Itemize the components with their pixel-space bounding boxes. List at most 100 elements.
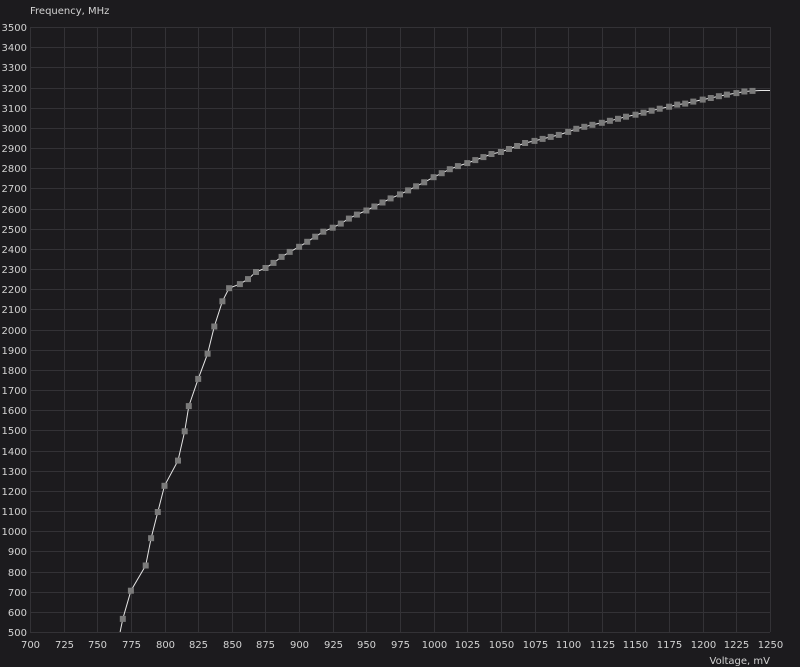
- data-point-marker[interactable]: [161, 482, 168, 489]
- y-tick-label: 1300: [2, 467, 27, 478]
- x-tick-label: 875: [256, 640, 275, 651]
- data-point-marker[interactable]: [446, 166, 453, 173]
- data-point-marker[interactable]: [497, 149, 504, 155]
- data-point-marker[interactable]: [438, 170, 445, 177]
- x-tick-label: 850: [223, 640, 242, 651]
- data-point-marker[interactable]: [632, 111, 639, 118]
- data-point-marker[interactable]: [464, 160, 471, 167]
- x-tick-label: 725: [55, 640, 74, 651]
- y-tick-label: 1800: [2, 366, 27, 377]
- data-point-marker[interactable]: [522, 140, 529, 146]
- data-point-marker[interactable]: [699, 96, 706, 103]
- y-tick-label: 2000: [2, 326, 27, 337]
- data-point-marker[interactable]: [296, 243, 303, 250]
- data-point-marker[interactable]: [581, 123, 588, 130]
- data-point-marker[interactable]: [674, 101, 681, 108]
- data-point-marker[interactable]: [236, 281, 243, 288]
- data-point-marker[interactable]: [119, 615, 126, 622]
- y-tick-label: 1900: [2, 346, 27, 357]
- y-tick-label: 900: [8, 547, 27, 558]
- data-point-marker[interactable]: [195, 375, 202, 382]
- data-point-marker[interactable]: [623, 113, 629, 120]
- data-point-marker[interactable]: [539, 135, 546, 142]
- data-point-marker[interactable]: [278, 253, 285, 260]
- data-point-marker[interactable]: [723, 91, 730, 98]
- data-point-marker[interactable]: [733, 90, 740, 97]
- data-point-marker[interactable]: [707, 95, 714, 101]
- y-tick-label: 700: [8, 588, 27, 599]
- data-point-marker[interactable]: [142, 562, 149, 569]
- data-point-marker[interactable]: [454, 163, 461, 170]
- x-tick-label: 900: [290, 640, 309, 651]
- data-point-marker[interactable]: [345, 215, 352, 222]
- data-point-marker[interactable]: [154, 509, 161, 515]
- data-point-marker[interactable]: [286, 248, 293, 255]
- data-point-marker[interactable]: [329, 224, 336, 231]
- data-point-marker[interactable]: [245, 276, 251, 283]
- data-point-marker[interactable]: [304, 238, 311, 245]
- data-point-marker[interactable]: [506, 146, 512, 152]
- data-point-marker[interactable]: [690, 98, 697, 105]
- data-point-marker[interactable]: [421, 179, 428, 186]
- y-tick-label: 2600: [2, 205, 27, 216]
- data-point-marker[interactable]: [480, 154, 487, 161]
- data-point-marker[interactable]: [353, 211, 360, 218]
- data-point-marker[interactable]: [565, 128, 572, 135]
- x-tick-label: 1025: [455, 640, 480, 651]
- data-point-marker[interactable]: [312, 233, 319, 240]
- data-point-marker[interactable]: [749, 87, 756, 94]
- data-point-marker[interactable]: [656, 105, 663, 112]
- data-point-marker[interactable]: [413, 183, 420, 190]
- y-tick-label: 3100: [2, 104, 27, 115]
- data-point-marker[interactable]: [472, 157, 479, 164]
- data-point-marker[interactable]: [547, 133, 554, 140]
- x-axis-title: Voltage, mV: [710, 656, 771, 667]
- data-point-marker[interactable]: [371, 203, 378, 210]
- data-point-marker[interactable]: [666, 103, 673, 110]
- data-point-marker[interactable]: [226, 285, 233, 292]
- data-point-marker[interactable]: [531, 137, 538, 144]
- data-point-marker[interactable]: [379, 199, 386, 206]
- y-tick-label: 1700: [2, 386, 27, 397]
- data-point-marker[interactable]: [204, 350, 211, 357]
- data-point-marker[interactable]: [262, 265, 269, 271]
- data-point-marker[interactable]: [397, 191, 403, 198]
- x-tick-label: 1100: [556, 640, 581, 651]
- data-point-marker[interactable]: [555, 131, 562, 138]
- y-tick-label: 1000: [2, 527, 27, 538]
- data-point-marker[interactable]: [148, 535, 155, 542]
- data-point-marker[interactable]: [589, 121, 596, 128]
- data-point-marker[interactable]: [405, 187, 412, 194]
- data-point-marker[interactable]: [648, 107, 655, 114]
- y-tick-label: 3500: [2, 23, 27, 34]
- data-point-marker[interactable]: [615, 115, 621, 122]
- data-point-marker[interactable]: [219, 298, 226, 305]
- x-tick-label: 750: [88, 640, 107, 651]
- data-point-marker[interactable]: [598, 119, 605, 126]
- data-point-marker[interactable]: [430, 174, 437, 181]
- data-point-marker[interactable]: [715, 93, 722, 100]
- data-point-marker[interactable]: [488, 151, 495, 157]
- data-point-marker[interactable]: [253, 269, 259, 275]
- data-point-marker[interactable]: [337, 220, 344, 227]
- y-tick-label: 2500: [2, 225, 27, 236]
- data-point-marker[interactable]: [270, 259, 277, 266]
- data-point-marker[interactable]: [211, 323, 218, 330]
- data-point-marker[interactable]: [640, 109, 647, 116]
- data-point-marker[interactable]: [682, 100, 689, 107]
- data-point-marker[interactable]: [741, 88, 748, 95]
- y-tick-label: 1600: [2, 406, 27, 417]
- data-point-marker[interactable]: [175, 457, 181, 464]
- data-point-marker[interactable]: [363, 207, 370, 214]
- data-point-marker[interactable]: [606, 117, 613, 124]
- data-point-marker[interactable]: [573, 125, 580, 132]
- data-point-marker[interactable]: [185, 403, 192, 410]
- data-point-marker[interactable]: [127, 587, 134, 594]
- data-point-marker[interactable]: [181, 428, 188, 435]
- y-tick-label: 500: [8, 628, 27, 639]
- x-tick-label: 925: [324, 640, 343, 651]
- data-point-marker[interactable]: [514, 143, 521, 149]
- x-tick-label: 1150: [623, 640, 648, 651]
- data-point-marker[interactable]: [387, 195, 394, 202]
- data-point-marker[interactable]: [320, 228, 327, 235]
